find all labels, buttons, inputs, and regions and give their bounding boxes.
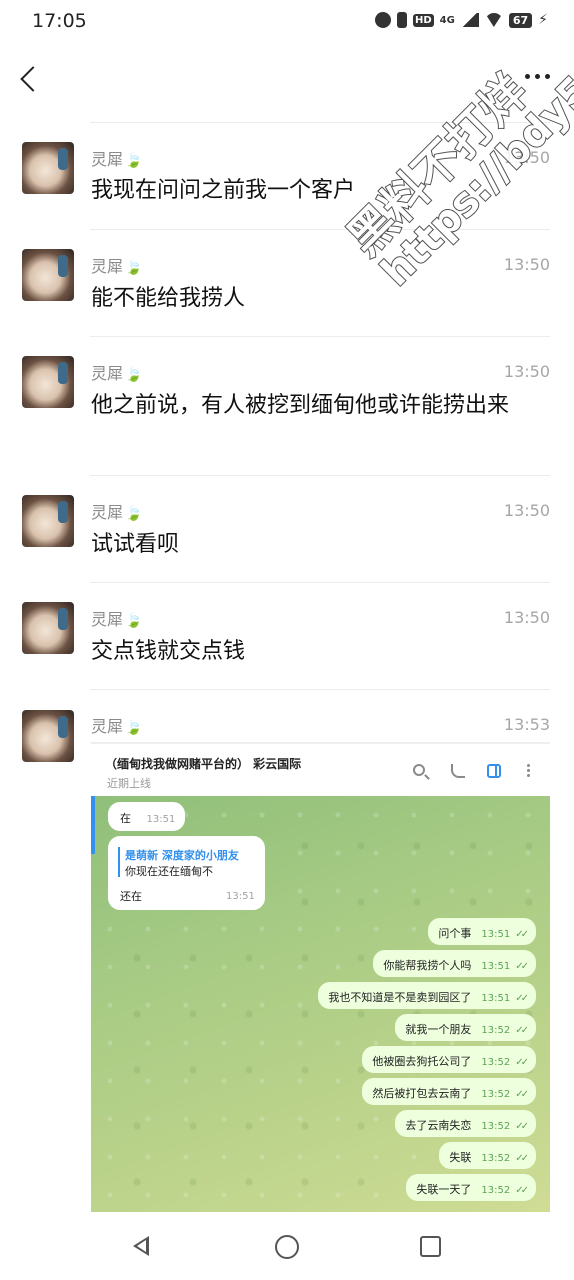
outgoing-bubble: 去了云南失恋 13:52 ✓✓ [395,1110,536,1137]
recents-square-icon[interactable] [420,1236,441,1257]
more-icon [527,764,531,778]
bubble-time: 13:51 [146,814,176,825]
outgoing-bubble: 失联一天了 13:52 ✓✓ [406,1174,536,1201]
message-time: 13:50 [503,362,550,381]
divider [90,689,550,690]
reply-quote-bar [118,847,120,877]
avatar[interactable] [22,495,74,547]
read-check-icon: ✓✓ [515,1025,529,1036]
avatar[interactable] [22,356,74,408]
leaf-icon: 🍃 [125,260,143,276]
read-check-icon: ✓✓ [515,961,529,972]
home-circle-icon[interactable] [275,1235,299,1259]
signal-icon [460,13,479,27]
avatar[interactable] [22,249,74,301]
phone-icon [451,764,465,778]
message-item[interactable]: 灵犀 🍃 13:50 他之前说，有人被挖到缅甸他或许能捞出来 [0,336,574,475]
message-time: 13:50 [503,501,550,520]
sender-name: 灵犀 🍃 [91,150,143,169]
read-check-icon: ✓✓ [515,1057,529,1068]
read-check-icon: ✓✓ [515,929,529,940]
vibrate-icon [397,12,407,28]
message-text: 能不能给我捞人 [91,286,246,311]
chat-status: 近期上线 [107,777,151,790]
read-check-icon: ✓✓ [515,1121,529,1132]
message-time: 13:53 [503,715,550,734]
quoted-text: 你现在还在缅甸不 [125,865,213,878]
network-type: 4G [439,14,455,26]
reply-bubble: 是萌新 深度家的小朋友 你现在还在缅甸不 还在 13:51 [108,836,265,910]
outgoing-bubble: 你能帮我捞个人吗 13:51 ✓✓ [373,950,536,977]
chat-title: （缅甸找我做网赌平台的） 彩云国际 [105,757,302,771]
divider [90,582,550,583]
quoted-name: 是萌新 深度家的小朋友 [125,849,239,862]
read-check-icon: ✓✓ [515,993,529,1004]
divider [90,336,550,337]
message-time: 13:50 [503,255,550,274]
outgoing-bubble: 问个事 13:51 ✓✓ [428,918,536,945]
outgoing-bubble: 我也不知道是不是卖到园区了 13:51 ✓✓ [318,982,536,1009]
outgoing-bubble: 然后被打包去云南了 13:52 ✓✓ [362,1078,536,1105]
leaf-icon: 🍃 [125,153,143,169]
system-nav-bar [0,1212,574,1280]
outgoing-bubble: 失联 13:52 ✓✓ [439,1142,536,1169]
sender-name: 灵犀 🍃 [91,364,143,383]
hd-icon: HD [413,13,434,27]
message-text: 交点钱就交点钱 [91,639,246,664]
alarm-icon [375,12,391,28]
leaf-icon: 🍃 [125,613,143,629]
message-item[interactable]: 灵犀 🍃 13:50 试试看呗 [0,475,574,582]
battery-level: 67 [508,12,533,28]
message-item[interactable]: 灵犀 🍃 13:50 能不能给我捞人 [0,229,574,336]
status-bar: 17:05 HD 4G 67 ⚡ [0,0,574,44]
message-text: 他之前说，有人被挖到缅甸他或许能捞出来 [91,393,510,418]
sender-name: 灵犀 🍃 [91,503,143,522]
search-icon [413,764,425,776]
sender-name: 灵犀 🍃 [91,257,143,276]
avatar[interactable] [22,602,74,654]
divider [90,229,550,230]
chat-header: （缅甸找我做网赌平台的） 彩云国际 近期上线 [91,742,550,796]
bubble-text: 在 [120,812,131,825]
status-time: 17:05 [32,10,87,32]
accent-bar [91,796,95,854]
message-item[interactable]: 灵犀 🍃 13:50 交点钱就交点钱 [0,582,574,689]
sender-name: 灵犀 🍃 [91,717,143,736]
avatar[interactable] [22,142,74,194]
sender-name: 灵犀 🍃 [91,610,143,629]
bubble-text: 还在 [120,890,142,903]
bubble-time: 13:51 [226,891,255,902]
sidebar-icon [487,764,501,778]
incoming-bubble: 在 13:51 [108,802,185,831]
leaf-icon: 🍃 [125,367,143,383]
message-image[interactable]: （缅甸找我做网赌平台的） 彩云国际 近期上线 在 13:51 是萌新 深度家的小… [91,742,550,1212]
back-triangle-icon[interactable] [133,1236,149,1256]
read-check-icon: ✓✓ [515,1089,529,1100]
back-button[interactable] [18,64,46,96]
leaf-icon: 🍃 [125,506,143,522]
leaf-icon: 🍃 [125,720,143,736]
avatar[interactable] [22,710,74,762]
read-check-icon: ✓✓ [515,1153,529,1164]
wifi-icon [484,13,503,27]
status-icons: HD 4G 67 ⚡ [375,12,548,28]
outgoing-bubble: 他被圈去狗托公司了 13:52 ✓✓ [362,1046,536,1073]
message-time: 13:50 [503,608,550,627]
divider [90,475,550,476]
message-text: 试试看呗 [91,532,180,557]
outgoing-bubble: 就我一个朋友 13:52 ✓✓ [395,1014,536,1041]
read-check-icon: ✓✓ [515,1185,529,1196]
